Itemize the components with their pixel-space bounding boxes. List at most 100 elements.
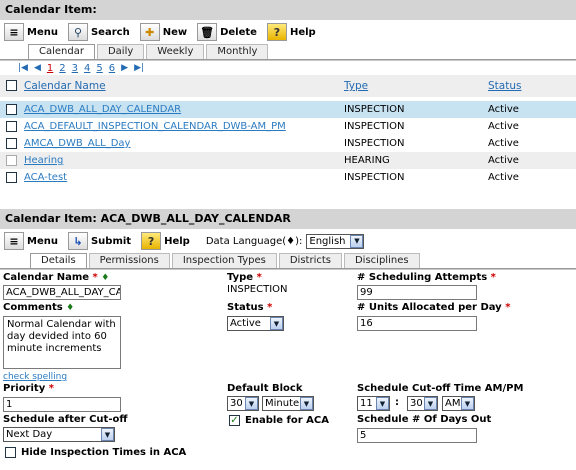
status-select[interactable]: Active ▼ (227, 316, 284, 331)
cutoff-ampm-select[interactable]: AM ▼ (442, 396, 475, 411)
new-button[interactable]: ✚ New (139, 23, 187, 41)
help-button[interactable]: ? Help (266, 23, 316, 41)
row-checkbox[interactable] (6, 137, 17, 149)
chevron-down-icon: ▼ (424, 397, 437, 410)
calendar-name-input[interactable]: ACA_DWB_ALL_DAY_CAL (3, 285, 121, 300)
comments-textarea[interactable]: Normal Calendar with day devided into 60… (3, 316, 121, 369)
view-tabs: Calendar Daily Weekly Monthly (0, 44, 576, 59)
tab-permissions[interactable]: Permissions (88, 253, 170, 268)
table-row[interactable]: ACA_DWB_ALL_DAY_CALENDAR INSPECTION Acti… (0, 101, 576, 118)
tab-calendar[interactable]: Calendar (28, 44, 95, 59)
first-page-icon[interactable]: |◀ (18, 63, 28, 73)
priority-input[interactable]: 1 (3, 397, 121, 412)
table-row[interactable]: ACA-test INSPECTION Active (0, 169, 576, 186)
row-status: Active (488, 152, 576, 169)
column-header-status[interactable]: Status (488, 80, 521, 92)
tab-disciplines[interactable]: Disciplines (343, 253, 420, 268)
detail-tabs: Details Permissions Inspection Types Dis… (0, 253, 576, 268)
row-type: INSPECTION (344, 138, 405, 149)
row-type: INSPECTION (344, 172, 405, 183)
calendar-name-link[interactable]: ACA_DEFAULT_INSPECTION_CALENDAR_DWB-AM_P… (24, 121, 286, 132)
search-icon: ⚲ (67, 23, 88, 41)
row-checkbox[interactable] (6, 171, 17, 183)
menu-button[interactable]: ≡ Menu (4, 23, 58, 41)
data-language-select[interactable]: English ▼ (306, 233, 365, 249)
pager-link[interactable]: 6 (109, 63, 115, 74)
priority-label: Priority * (3, 383, 54, 394)
calendar-table: Calendar Name Type Status ACA_DWB_ALL_DA… (0, 75, 576, 186)
enable-aca-row: ✓ Enable for ACA (229, 415, 329, 426)
calendar-name-link[interactable]: AMCA_DWB_ALL_Day (24, 138, 130, 149)
column-header-name[interactable]: Calendar Name (24, 80, 106, 92)
type-value: INSPECTION (227, 284, 288, 295)
cutoff-time-label: Schedule Cut-off Time AM/PM (357, 383, 524, 394)
tab-inspection-types[interactable]: Inspection Types (171, 253, 277, 268)
table-row[interactable]: AMCA_DWB_ALL_Day INSPECTION Active (0, 135, 576, 152)
delete-button[interactable]: 🗑 Delete (197, 23, 257, 41)
row-checkbox[interactable] (6, 103, 17, 115)
tab-districts[interactable]: Districts (278, 253, 342, 268)
row-checkbox[interactable] (6, 120, 17, 132)
default-block-unit-select[interactable]: Minute ▼ (262, 396, 314, 411)
row-type: INSPECTION (344, 101, 488, 118)
list-section-header: Calendar Item: (0, 0, 576, 20)
default-block-label: Default Block (227, 383, 303, 394)
check-spelling-link[interactable]: check spelling (3, 372, 67, 382)
schedule-after-cutoff-select[interactable]: Next Day ▼ (3, 427, 115, 442)
comments-label: Comments ♦ (3, 302, 75, 313)
units-allocated-input[interactable]: 16 (357, 316, 477, 331)
detail-section-header: Calendar Item: ACA_DWB_ALL_DAY_CALENDAR (0, 209, 576, 229)
chevron-down-icon: ▼ (101, 428, 114, 441)
detail-help-button[interactable]: ? Help (141, 232, 190, 250)
calendar-name-link[interactable]: ACA_DWB_ALL_DAY_CALENDAR (24, 104, 181, 115)
detail-menu-button[interactable]: ≡ Menu (4, 232, 58, 250)
table-row[interactable]: Hearing HEARING Active (0, 152, 576, 169)
chevron-down-icon: ▼ (270, 317, 283, 330)
hide-inspection-times-checkbox[interactable] (5, 447, 16, 458)
row-status: Active (488, 172, 519, 183)
pager-link[interactable]: 3 (72, 63, 78, 74)
detail-toolbar: ≡ Menu ↳ Submit ? Help Data Language(♦): En… (0, 229, 576, 253)
calendar-name-link[interactable]: Hearing (24, 155, 63, 166)
pager-link[interactable]: 5 (96, 63, 102, 74)
cutoff-minute-select[interactable]: 30 ▼ (407, 396, 438, 411)
tab-monthly[interactable]: Monthly (206, 44, 269, 59)
chevron-down-icon: ▼ (350, 234, 364, 248)
row-status: Active (488, 121, 519, 132)
tab-details[interactable]: Details (30, 253, 87, 268)
tab-weekly[interactable]: Weekly (146, 44, 205, 59)
cutoff-hour-select[interactable]: 11 ▼ (357, 396, 390, 411)
column-header-type[interactable]: Type (344, 80, 368, 92)
pager-link[interactable]: 2 (59, 63, 65, 74)
help-icon: ? (266, 23, 287, 41)
tab-daily[interactable]: Daily (96, 44, 145, 59)
menu-icon: ≡ (4, 232, 24, 250)
default-block-select[interactable]: 30 ▼ (227, 396, 259, 411)
scheduling-attempts-input[interactable]: 99 (357, 285, 477, 300)
days-out-input[interactable]: 5 (357, 428, 477, 443)
help-icon: ? (141, 232, 162, 250)
calendar-name-link[interactable]: ACA-test (24, 172, 67, 183)
scheduling-attempts-label: # Scheduling Attempts * (357, 272, 496, 283)
submit-button[interactable]: ↳ Submit (67, 232, 131, 250)
prev-page-icon[interactable]: ◀ (34, 63, 41, 73)
menu-icon: ≡ (4, 23, 24, 41)
submit-arrow-icon: ↳ (67, 232, 88, 250)
translatable-icon: ♦ (66, 303, 75, 313)
search-button[interactable]: ⚲ Search (67, 23, 130, 41)
table-row[interactable]: ACA_DEFAULT_INSPECTION_CALENDAR_DWB-AM_P… (0, 118, 576, 135)
pager-current: 1 (46, 62, 54, 74)
last-page-icon[interactable]: ▶| (134, 63, 144, 73)
select-all-checkbox[interactable] (6, 80, 17, 92)
chevron-down-icon: ▼ (461, 397, 474, 410)
cutoff-colon: : (395, 397, 399, 408)
row-status: Active (488, 138, 519, 149)
pager-link[interactable]: 4 (84, 63, 90, 74)
chevron-down-icon: ▼ (245, 397, 258, 410)
next-page-icon[interactable]: ▶ (121, 63, 128, 73)
row-checkbox[interactable] (6, 154, 17, 166)
enable-aca-checkbox[interactable]: ✓ (229, 415, 240, 426)
hide-inspection-times-row: Hide Inspection Times in ACA (5, 447, 186, 458)
days-out-label: Schedule # Of Days Out (357, 414, 492, 425)
schedule-after-cutoff-label: Schedule after Cut-off (3, 414, 128, 425)
